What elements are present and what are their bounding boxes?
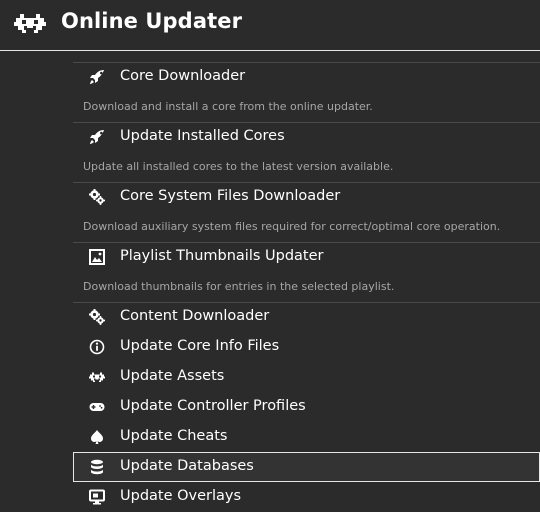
menu-item-label: Playlist Thumbnails Updater — [120, 248, 324, 264]
header-bar: Online Updater — [0, 0, 540, 50]
menu-item-label: Update Cheats — [120, 428, 228, 444]
menu-item-core-system-files-downloader[interactable]: Core System Files Downloader — [73, 182, 540, 212]
menu-item-label: Update Core Info Files — [120, 338, 280, 354]
menu-separator — [73, 62, 540, 63]
menu-separator — [73, 182, 540, 183]
menu-item-label: Update Overlays — [120, 488, 242, 504]
menu-item-label: Update Databases — [120, 458, 254, 474]
menu-separator — [73, 242, 540, 243]
menu-item-update-overlays[interactable]: Update Overlays — [73, 482, 540, 512]
menu-list: Core Downloader Download and install a c… — [73, 62, 540, 512]
gamepad-icon — [89, 399, 105, 415]
menu-item-core-downloader[interactable]: Core Downloader — [73, 62, 540, 92]
database-icon — [89, 459, 105, 475]
menu-item-update-databases[interactable]: Update Databases — [73, 452, 540, 482]
menu-item-update-installed-cores[interactable]: Update Installed Cores — [73, 122, 540, 152]
menu-item-update-cheats[interactable]: Update Cheats — [73, 422, 540, 452]
menu-item-description: Download auxiliary system files required… — [83, 220, 501, 233]
monitor-icon — [89, 489, 105, 505]
menu-item-description: Download and install a core from the onl… — [83, 100, 373, 113]
retroarch-invader-icon — [14, 12, 46, 34]
gears-icon — [89, 189, 105, 205]
menu-item-description: Download thumbnails for entries in the s… — [83, 280, 395, 293]
menu-item-label: Update Installed Cores — [120, 128, 285, 144]
menu-item-label: Update Assets — [120, 368, 225, 384]
menu-item-description: Update all installed cores to the latest… — [83, 160, 394, 173]
rocket-icon — [89, 129, 105, 145]
info-icon — [89, 339, 105, 355]
menu-item-label: Core System Files Downloader — [120, 188, 341, 204]
spade-icon — [89, 429, 105, 445]
menu-item-label: Update Controller Profiles — [120, 398, 306, 414]
menu-item-label: Content Downloader — [120, 308, 270, 324]
menu-item-label: Core Downloader — [120, 68, 246, 84]
image-icon — [89, 249, 105, 265]
header-divider — [0, 50, 540, 51]
rocket-icon — [89, 69, 105, 85]
menu-item-update-assets[interactable]: Update Assets — [73, 362, 540, 392]
menu-item-update-controller-profiles[interactable]: Update Controller Profiles — [73, 392, 540, 422]
menu-separator — [73, 122, 540, 123]
menu-item-content-downloader[interactable]: Content Downloader — [73, 302, 540, 332]
menu-item-playlist-thumbnails-updater[interactable]: Playlist Thumbnails Updater — [73, 242, 540, 272]
page-title: Online Updater — [61, 9, 243, 33]
menu-item-update-core-info-files[interactable]: Update Core Info Files — [73, 332, 540, 362]
menu-separator — [73, 302, 540, 303]
retroarch-invader-icon — [89, 369, 105, 385]
gears-icon — [89, 309, 105, 325]
